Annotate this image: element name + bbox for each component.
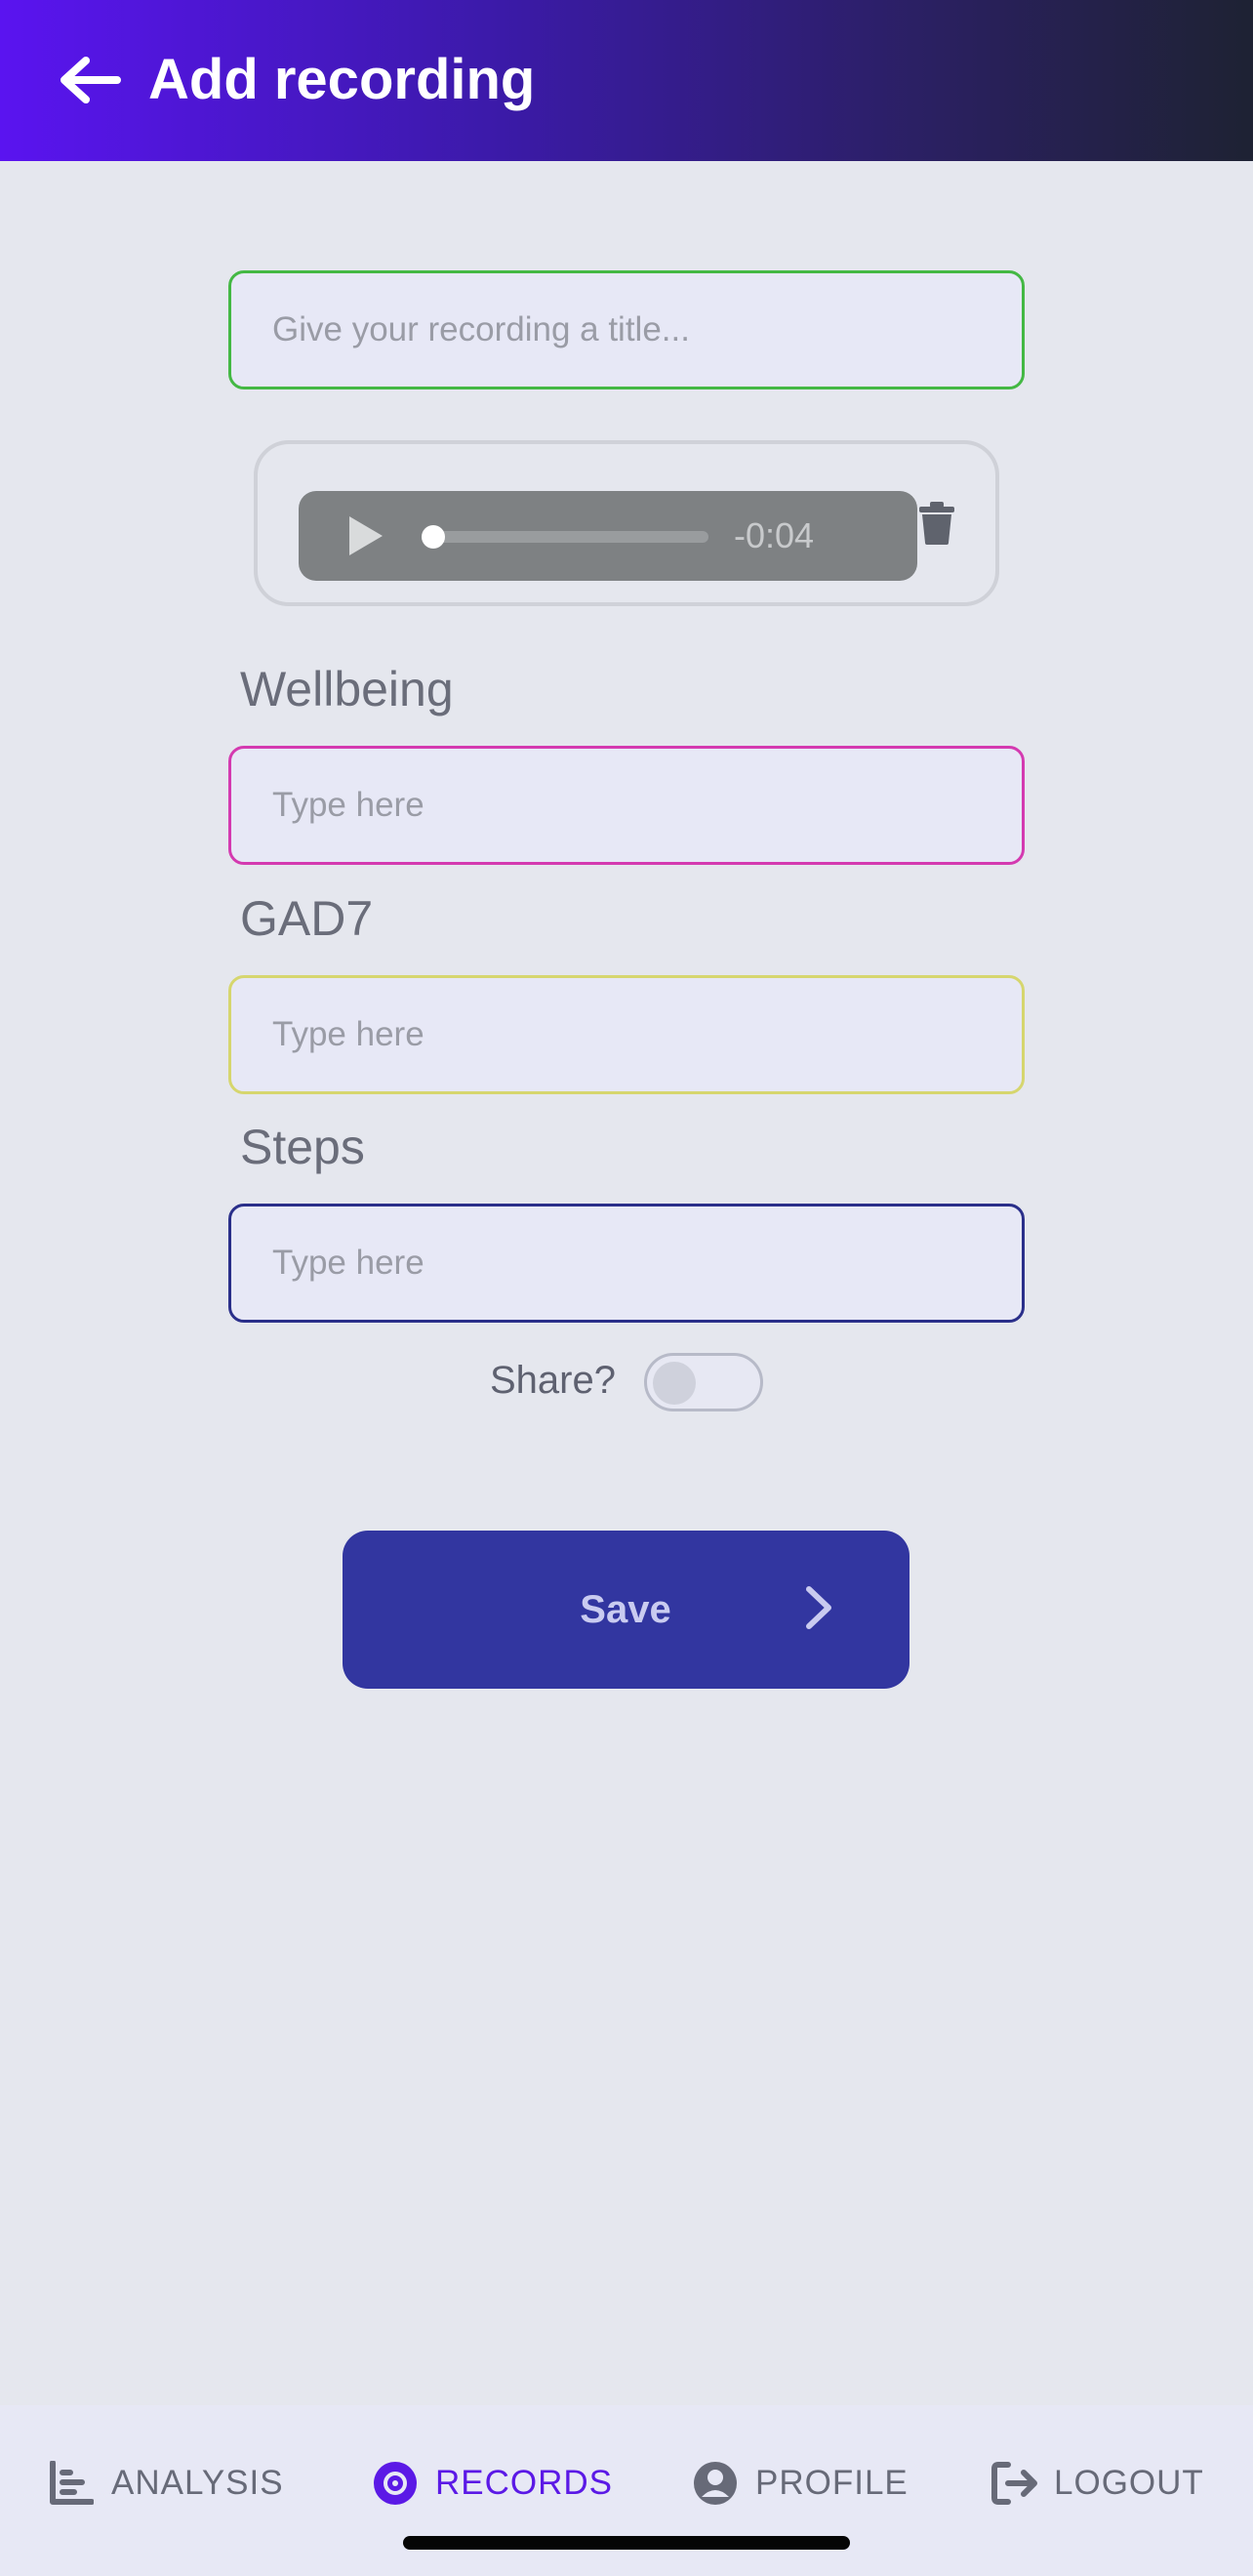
trash-icon bbox=[919, 502, 954, 545]
audio-player: -0:04 bbox=[299, 491, 917, 581]
gad7-input[interactable] bbox=[228, 975, 1025, 1094]
home-indicator bbox=[403, 2536, 850, 2550]
app-header: Add recording bbox=[0, 0, 1253, 161]
time-remaining: -0:04 bbox=[734, 515, 815, 555]
save-button[interactable]: Save bbox=[343, 1531, 909, 1689]
nav-label-records: RECORDS bbox=[435, 2464, 614, 2502]
wellbeing-label: Wellbeing bbox=[240, 662, 454, 716]
chevron-right-icon bbox=[806, 1586, 831, 1629]
play-button[interactable] bbox=[344, 514, 386, 557]
share-toggle[interactable] bbox=[644, 1353, 763, 1411]
arrow-left-icon bbox=[61, 57, 121, 103]
seek-knob[interactable] bbox=[422, 525, 445, 549]
gad7-label: GAD7 bbox=[240, 891, 374, 946]
nav-item-logout[interactable]: LOGOUT bbox=[990, 2454, 1204, 2513]
wellbeing-input[interactable] bbox=[228, 746, 1025, 865]
nav-label-analysis: ANALYSIS bbox=[111, 2464, 284, 2502]
play-icon bbox=[349, 516, 383, 555]
steps-input[interactable] bbox=[228, 1204, 1025, 1323]
user-circle-icon bbox=[691, 2459, 740, 2508]
bottom-nav: ANALYSIS RECORDS PROFILE LOGOUT bbox=[0, 2405, 1253, 2576]
delete-recording-button[interactable] bbox=[917, 502, 960, 549]
disc-icon bbox=[371, 2459, 420, 2508]
share-label: Share? bbox=[490, 1359, 616, 1402]
recording-title-input[interactable] bbox=[228, 270, 1025, 389]
page-title: Add recording bbox=[148, 48, 536, 111]
logout-icon bbox=[990, 2459, 1038, 2508]
nav-label-logout: LOGOUT bbox=[1054, 2464, 1204, 2502]
bar-chart-icon bbox=[47, 2459, 96, 2508]
add-recording-screen: Add recording -0:04 Wellbeing GAD7 Steps… bbox=[0, 0, 1253, 2576]
nav-item-records[interactable]: RECORDS bbox=[371, 2454, 613, 2513]
save-label: Save bbox=[580, 1588, 671, 1631]
back-button[interactable] bbox=[53, 49, 125, 111]
nav-item-profile[interactable]: PROFILE bbox=[691, 2454, 909, 2513]
nav-label-profile: PROFILE bbox=[755, 2464, 909, 2502]
seek-track[interactable] bbox=[429, 531, 708, 543]
nav-item-analysis[interactable]: ANALYSIS bbox=[47, 2454, 284, 2513]
steps-label: Steps bbox=[240, 1120, 365, 1174]
toggle-knob bbox=[653, 1362, 696, 1405]
